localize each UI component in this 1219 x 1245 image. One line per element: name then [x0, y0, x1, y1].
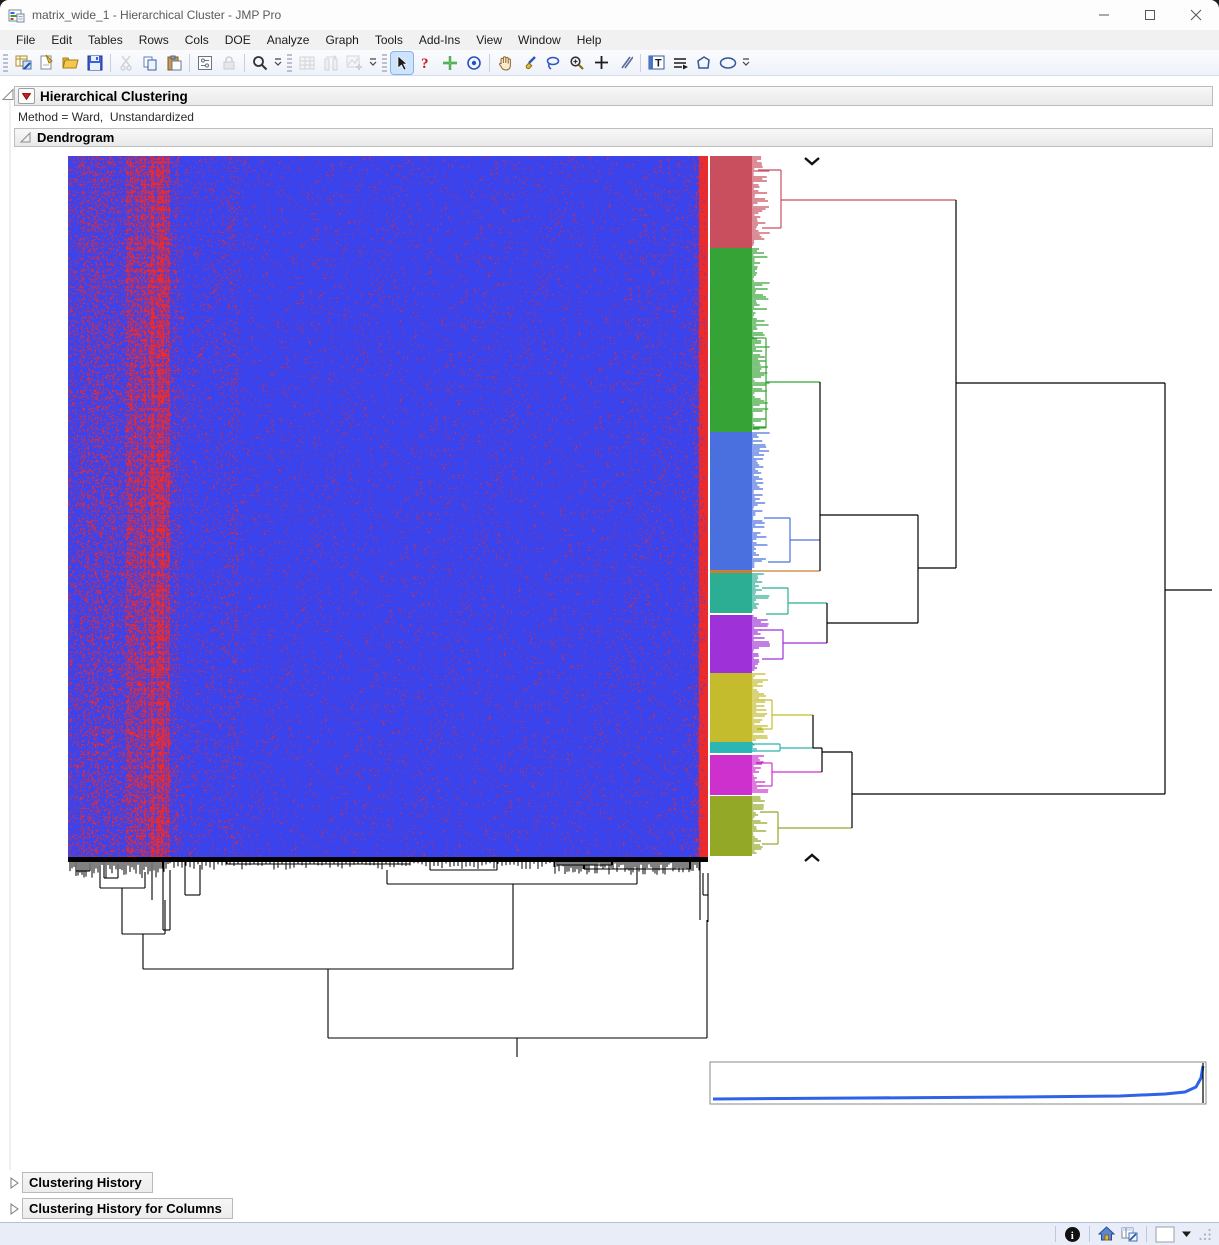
platform-title: Hierarchical Clustering — [40, 88, 188, 104]
menu-view[interactable]: View — [468, 31, 510, 49]
lasso-button[interactable] — [542, 52, 564, 74]
lock-button — [218, 52, 240, 74]
toolbar-overflow-caret[interactable] — [740, 52, 752, 74]
jmp-window: matrix_wide_1 - Hierarchical Cluster - J… — [0, 0, 1219, 1245]
paste-button[interactable] — [163, 52, 185, 74]
clustering-history-label: Clustering History — [29, 1175, 142, 1190]
menu-addins[interactable]: Add-Ins — [411, 31, 468, 49]
polygon-tool-button[interactable] — [693, 52, 715, 74]
clustering-history-columns-label: Clustering History for Columns — [29, 1201, 222, 1216]
menu-doe[interactable]: DOE — [217, 31, 259, 49]
crosshair-button[interactable] — [439, 52, 461, 74]
menu-file[interactable]: File — [8, 31, 43, 49]
toolbar-separator — [110, 53, 111, 72]
minimize-button[interactable] — [1081, 0, 1127, 30]
cut-button — [115, 52, 137, 74]
svg-text:?: ? — [421, 56, 429, 71]
clustering-history-columns-section[interactable]: Clustering History for Columns — [22, 1198, 233, 1219]
oval-tool-button[interactable] — [717, 52, 739, 74]
home-icon[interactable] — [1098, 1224, 1115, 1244]
statusbar-separator — [1146, 1226, 1147, 1242]
svg-text:i: i — [1071, 1230, 1074, 1242]
graph-add-button — [344, 52, 366, 74]
dendrogram-header[interactable]: Dendrogram — [14, 128, 1213, 147]
line-tool-button[interactable] — [669, 52, 691, 74]
arrow-cursor-button[interactable] — [390, 50, 414, 75]
toolbar-group — [284, 50, 379, 76]
scroller-button[interactable] — [614, 52, 636, 74]
menu-graph[interactable]: Graph — [317, 31, 366, 49]
menu-bar: File Edit Tables Rows Cols DOE Analyze Graph Too… — [0, 30, 1219, 50]
maximize-button[interactable] — [1127, 0, 1173, 30]
toolbar-overflow-caret[interactable] — [367, 52, 379, 74]
svg-text:T: T — [655, 58, 662, 70]
toolbar-separator — [640, 53, 641, 72]
dropdown-caret[interactable] — [1181, 1224, 1192, 1244]
annotate-button[interactable]: T — [645, 52, 667, 74]
status-bar: i — [0, 1222, 1219, 1245]
brush-target-button[interactable] — [463, 52, 485, 74]
menu-help[interactable]: Help — [569, 31, 610, 49]
toolbar-group: ? T — [379, 50, 752, 76]
column-compare-button — [320, 52, 342, 74]
window-title: matrix_wide_1 - Hierarchical Cluster - J… — [32, 8, 282, 22]
toolbar-separator — [244, 53, 245, 72]
new-data-table-button[interactable] — [12, 52, 34, 74]
menu-tools[interactable]: Tools — [367, 31, 411, 49]
plus-tool-button[interactable] — [590, 52, 612, 74]
menu-window[interactable]: Window — [510, 31, 569, 49]
paintbrush-button[interactable] — [518, 52, 540, 74]
toolbar-overflow-caret[interactable] — [272, 52, 284, 74]
dendrogram-title: Dendrogram — [37, 130, 115, 145]
menu-edit[interactable]: Edit — [43, 31, 80, 49]
outline-open-triangle-icon[interactable] — [2, 88, 14, 101]
toolbar-separator — [189, 53, 190, 72]
resize-grip — [1198, 1224, 1212, 1244]
menu-tables[interactable]: Tables — [80, 31, 131, 49]
history-disclosure-icon[interactable] — [10, 1177, 19, 1189]
menu-cols[interactable]: Cols — [177, 31, 217, 49]
toolbar-grip[interactable] — [382, 53, 387, 72]
statusbar-separator — [1089, 1226, 1090, 1242]
open-folder-button[interactable] — [60, 52, 82, 74]
red-triangle-menu-button[interactable] — [18, 88, 35, 104]
menu-rows[interactable]: Rows — [131, 31, 177, 49]
clustering-history-section[interactable]: Clustering History — [22, 1172, 153, 1193]
dendrogram-open-triangle-icon[interactable] — [20, 132, 31, 143]
save-button[interactable] — [84, 52, 106, 74]
selection-box[interactable] — [1155, 1224, 1175, 1244]
toolbar: ? T — [0, 50, 1219, 76]
grabber-hand-button[interactable] — [494, 52, 516, 74]
toolbar-group — [0, 50, 284, 76]
search-button[interactable] — [249, 52, 271, 74]
copy-button[interactable] — [139, 52, 161, 74]
toolbar-grip[interactable] — [287, 53, 292, 72]
statusbar-separator — [1055, 1226, 1056, 1242]
menu-analyze[interactable]: Analyze — [259, 31, 318, 49]
jmp-report-icon — [8, 7, 25, 24]
window-controls — [1081, 0, 1219, 30]
history-columns-disclosure-icon[interactable] — [10, 1203, 19, 1215]
info-icon[interactable]: i — [1064, 1224, 1081, 1244]
close-button[interactable] — [1173, 0, 1219, 30]
table-icon[interactable] — [1121, 1224, 1138, 1244]
new-journal-button[interactable] — [36, 52, 58, 74]
help-button[interactable]: ? — [415, 52, 437, 74]
toolbar-grip[interactable] — [3, 53, 8, 72]
hierarchical-clustering-header[interactable]: Hierarchical Clustering — [14, 86, 1213, 106]
title-bar[interactable]: matrix_wide_1 - Hierarchical Cluster - J… — [0, 0, 1219, 30]
toolbar-separator — [489, 53, 490, 72]
magnifier-zoom-button[interactable] — [566, 52, 588, 74]
data-filter-button[interactable] — [194, 52, 216, 74]
table-grid-button — [296, 52, 318, 74]
heatmap-canvas[interactable] — [68, 156, 708, 858]
method-summary: Method = Ward, Unstandardized — [18, 110, 194, 124]
